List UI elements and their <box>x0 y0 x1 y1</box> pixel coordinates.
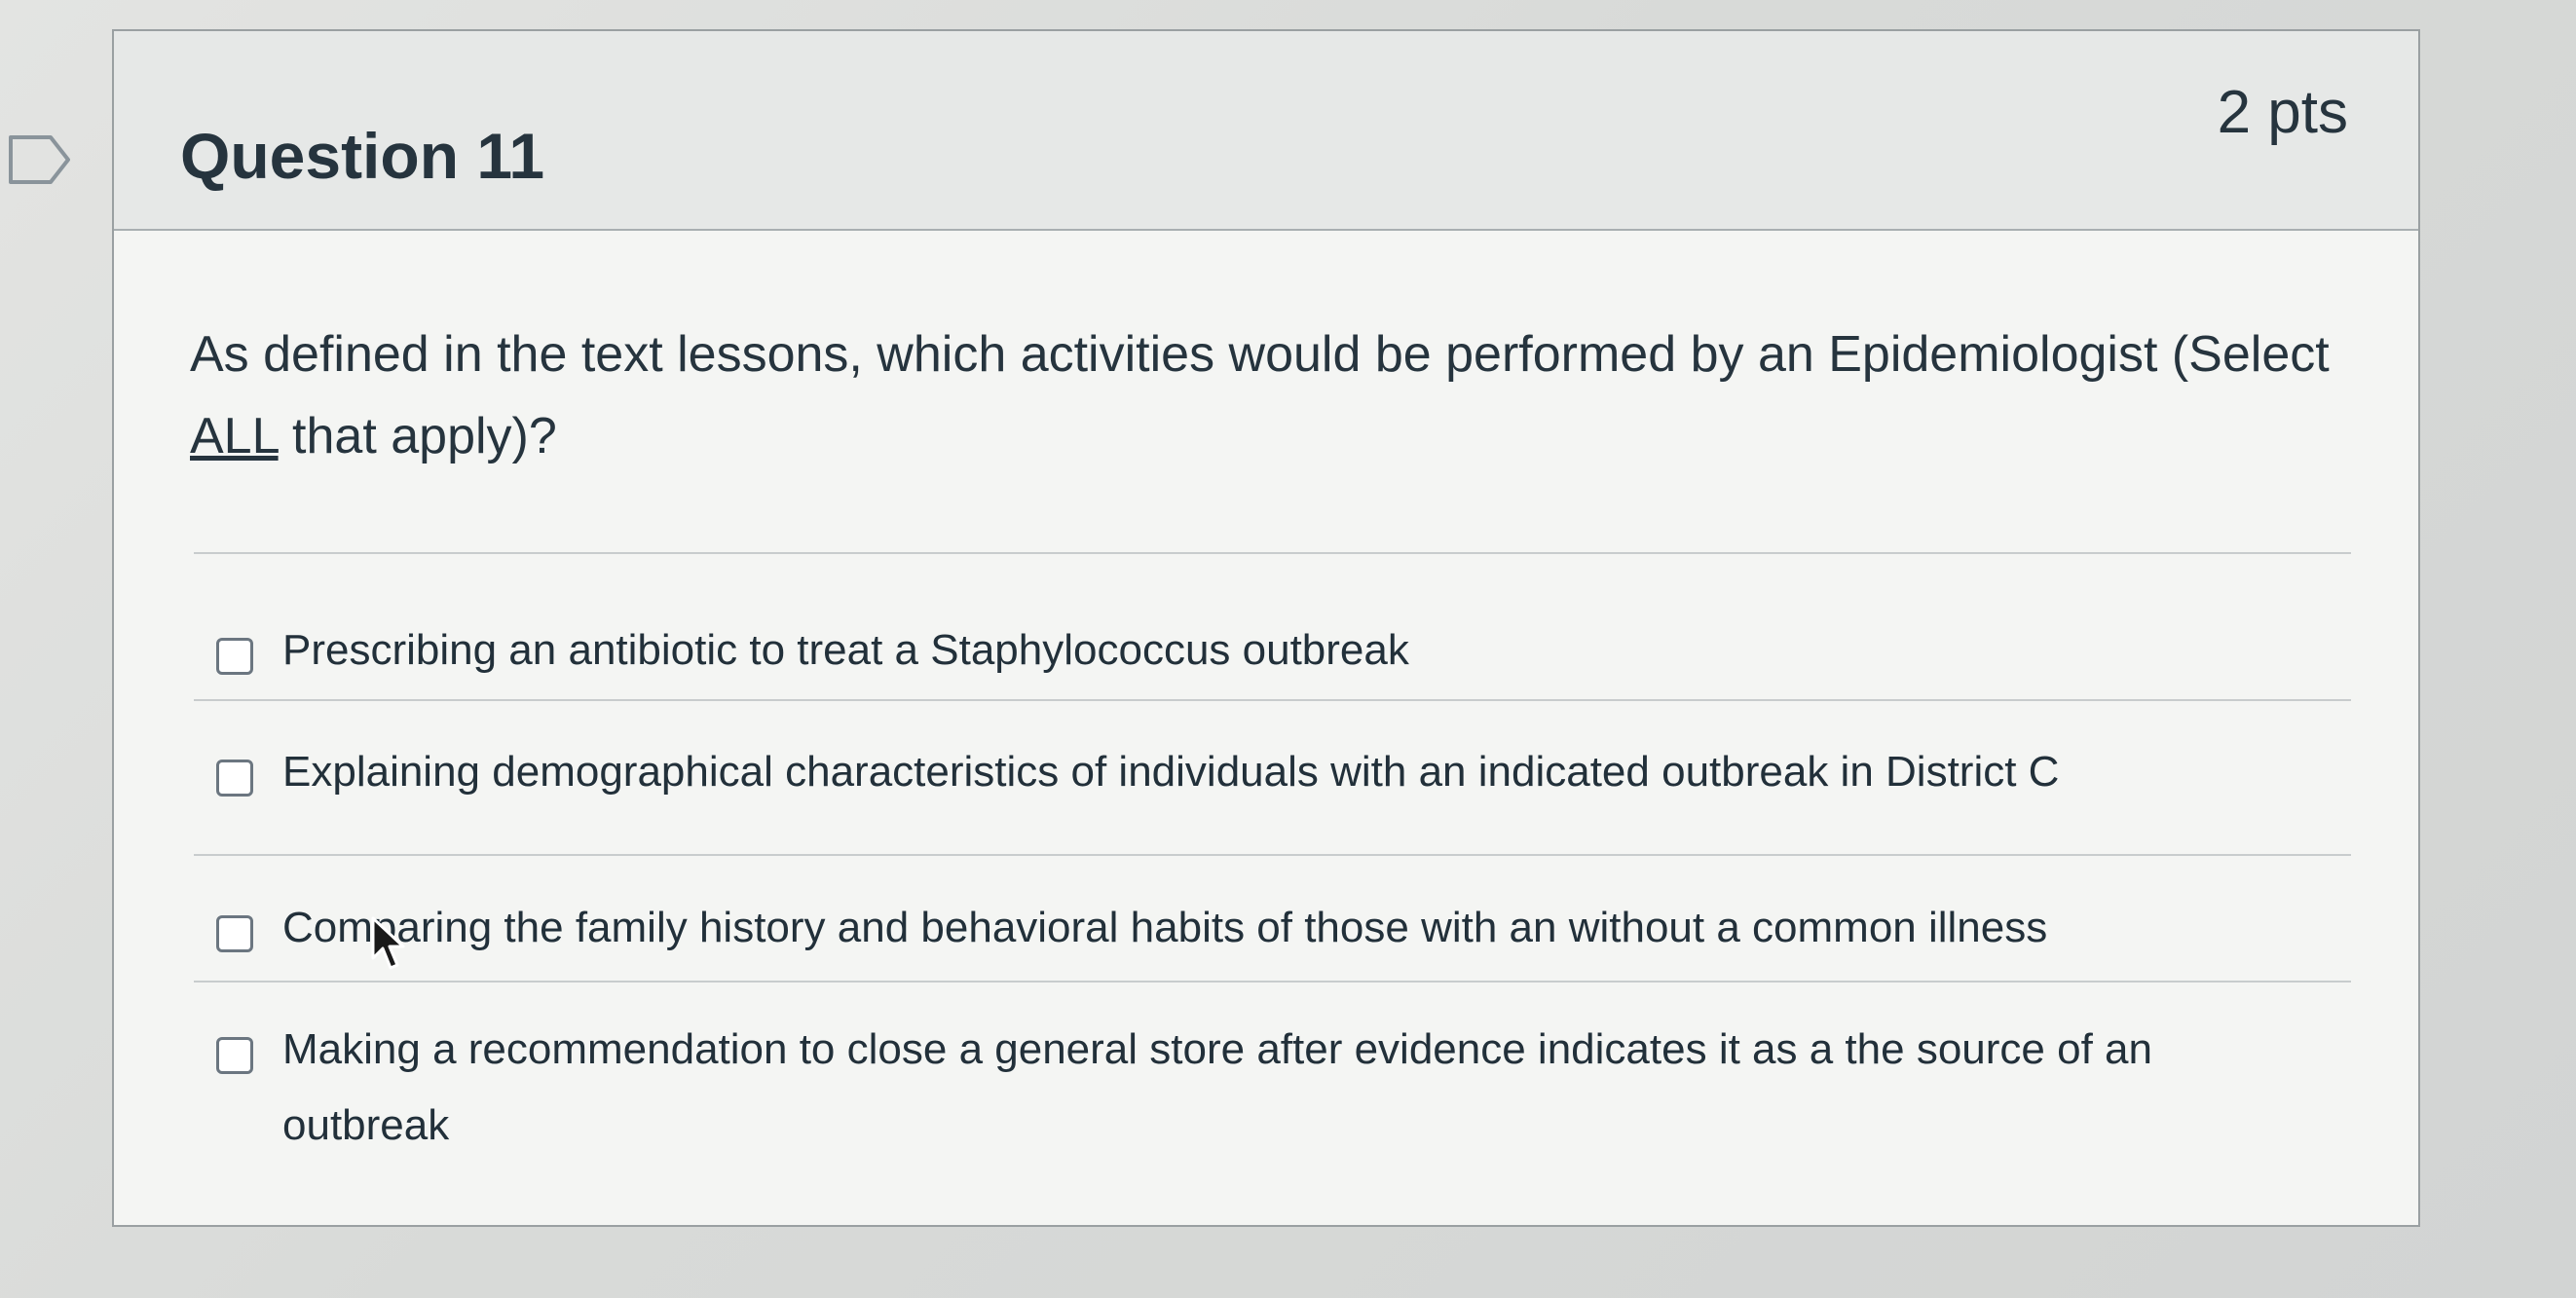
answer-option-3[interactable]: Comparing the family history and behavio… <box>216 904 2359 966</box>
quiz-page: Question 11 2 pts As defined in the text… <box>0 0 2576 1298</box>
answer-label-4[interactable]: Making a recommendation to close a gener… <box>282 1012 2308 1164</box>
flag-icon[interactable] <box>8 134 72 185</box>
divider <box>194 699 2351 701</box>
answer-checkbox-3[interactable] <box>216 915 253 952</box>
divider <box>194 981 2351 983</box>
question-text: As defined in the text lessons, which ac… <box>190 314 2333 477</box>
answer-checkbox-4[interactable] <box>216 1037 253 1074</box>
answer-checkbox-1[interactable] <box>216 638 253 675</box>
answer-option-4[interactable]: Making a recommendation to close a gener… <box>216 1025 2359 1164</box>
answer-checkbox-2[interactable] <box>216 760 253 797</box>
answer-label-3[interactable]: Comparing the family history and behavio… <box>282 890 2047 966</box>
question-text-emphasis: ALL <box>190 408 279 464</box>
question-text-part2: that apply)? <box>278 408 557 464</box>
question-header: Question 11 2 pts <box>114 31 2418 231</box>
question-card: Question 11 2 pts As defined in the text… <box>112 29 2420 1227</box>
answer-option-2[interactable]: Explaining demographical characteristics… <box>216 748 2359 810</box>
divider <box>194 854 2351 856</box>
answer-label-2[interactable]: Explaining demographical characteristics… <box>282 734 2059 810</box>
answer-label-1[interactable]: Prescribing an antibiotic to treat a Sta… <box>282 612 1409 688</box>
question-title: Question 11 <box>180 120 545 192</box>
cursor-icon <box>371 916 405 970</box>
question-text-part1: As defined in the text lessons, which ac… <box>190 326 2330 383</box>
divider <box>194 552 2351 554</box>
question-points: 2 pts <box>2217 79 2348 146</box>
answer-option-1[interactable]: Prescribing an antibiotic to treat a Sta… <box>216 626 2359 688</box>
